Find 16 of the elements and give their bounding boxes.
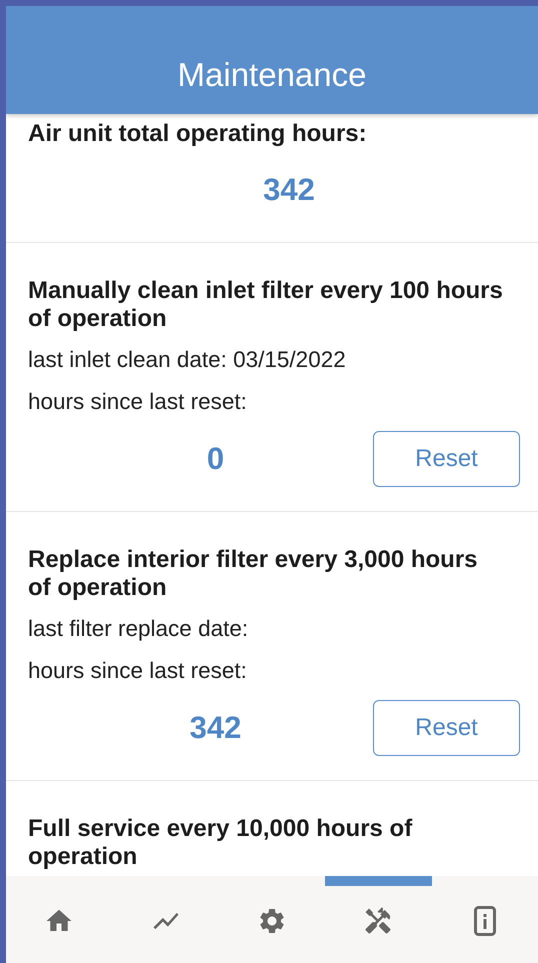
reset-button[interactable]: Reset [373, 431, 520, 487]
info-icon [474, 906, 496, 936]
section-title: Manually clean inlet filter every 100 hours of operation [28, 277, 504, 333]
page-title: Maintenance [178, 56, 366, 94]
section-title: Full service every 10,000 hours of operation [28, 815, 414, 871]
info-text: last inlet clean date: 03/15/2022 [28, 347, 347, 373]
hours-value: 0 [206, 441, 224, 477]
info-text: hours since last reset: [28, 658, 248, 684]
info-text: last filter replace date: [28, 616, 250, 642]
hours-value: 342 [188, 710, 242, 746]
hours-value: 342 [262, 172, 315, 208]
section-title: Air unit total operating hours: [28, 120, 368, 148]
tools-icon [363, 906, 394, 936]
info-text: hours since last reset: [28, 389, 248, 415]
section-title: Replace interior filter every 3,000 hours of operation [28, 546, 479, 602]
reset-button[interactable]: Reset [373, 700, 520, 756]
